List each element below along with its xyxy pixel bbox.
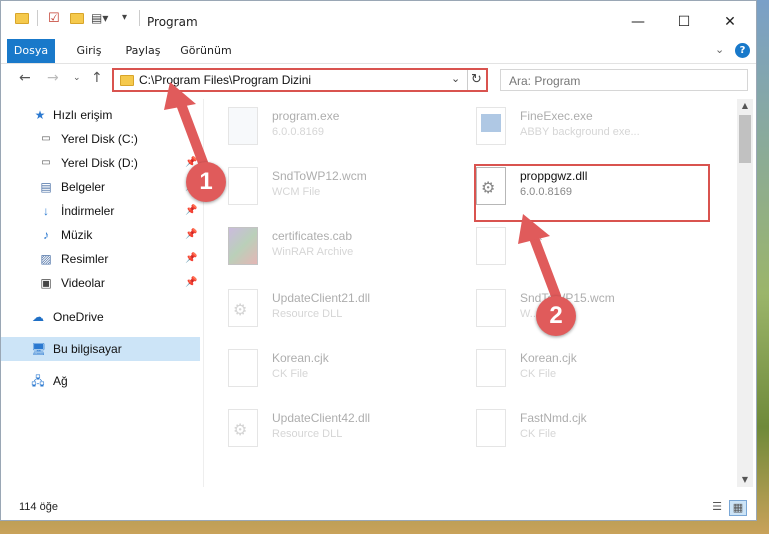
- list-item[interactable]: program.exe 6.0.0.8169: [204, 101, 444, 155]
- tab-paylas[interactable]: Paylaş: [121, 39, 165, 63]
- expand-ribbon-icon[interactable]: ⌄: [715, 43, 724, 56]
- separator: [37, 10, 38, 26]
- pictures-icon: ▨: [40, 252, 52, 266]
- tab-dosya[interactable]: Dosya: [7, 39, 55, 63]
- list-item[interactable]: Korean.cjk CK File: [204, 343, 444, 397]
- documents-icon: ▤: [40, 180, 52, 194]
- explorer-window: ☑ ▤▾ ▾ Program — ☐ ✕ Dosya Giriş Paylaş …: [0, 0, 757, 521]
- vertical-scrollbar[interactable]: ▲ ▼: [737, 99, 753, 487]
- title-bar: ☑ ▤▾ ▾ Program — ☐ ✕: [1, 1, 756, 39]
- computer-icon: 🖥: [31, 342, 47, 356]
- search-box[interactable]: [500, 69, 748, 91]
- drive-icon: ▭: [41, 133, 51, 144]
- star-icon: ★: [34, 108, 46, 122]
- list-item[interactable]: UpdateClient42.dll Resource DLL: [204, 403, 444, 457]
- chevron-down-icon[interactable]: ⌄: [451, 72, 460, 85]
- large-icons-view-icon[interactable]: ▦: [729, 500, 747, 516]
- step-badge-1: 1: [186, 162, 226, 202]
- maximize-button[interactable]: ☐: [661, 9, 707, 35]
- recent-locations-icon[interactable]: ⌄: [73, 73, 81, 83]
- file-icon: [228, 349, 258, 387]
- sidebar-item-local-disk-d[interactable]: ▭ Yerel Disk (D:) 📌: [1, 151, 200, 175]
- ribbon-tabs: Dosya Giriş Paylaş Görünüm ⌄ ?: [1, 39, 756, 64]
- scroll-thumb[interactable]: [739, 115, 751, 163]
- forward-arrow-icon[interactable]: →: [47, 70, 59, 86]
- folder-icon: [15, 13, 29, 24]
- cloud-icon: ☁: [32, 310, 44, 324]
- item-count: 114 öğe: [19, 501, 58, 513]
- file-icon: [476, 289, 506, 327]
- minimize-icon: —: [631, 14, 645, 30]
- close-icon: ✕: [724, 14, 736, 30]
- customize-toolbar-icon[interactable]: ▾: [122, 12, 127, 23]
- sidebar-item-documents[interactable]: ▤ Belgeler 📌: [1, 175, 200, 199]
- download-icon: ↓: [43, 204, 49, 218]
- music-icon: ♪: [43, 228, 49, 242]
- file-icon: [476, 227, 506, 265]
- file-icon: [476, 349, 506, 387]
- refresh-icon[interactable]: ↻: [467, 70, 485, 90]
- back-arrow-icon[interactable]: ←: [19, 70, 31, 86]
- scroll-up-icon[interactable]: ▲: [737, 99, 753, 113]
- view-options-icon[interactable]: ▤▾: [91, 11, 108, 25]
- sidebar-item-quick-access[interactable]: ★ Hızlı erişim: [1, 103, 200, 127]
- help-icon[interactable]: ?: [735, 43, 750, 58]
- file-icon: [228, 167, 258, 205]
- sidebar-item-pictures[interactable]: ▨ Resimler 📌: [1, 247, 200, 271]
- address-bar[interactable]: C:\Program Files\Program Dizini ⌄ ↻: [112, 68, 488, 92]
- pin-icon[interactable]: 📌: [185, 253, 197, 264]
- navigation-pane: ★ Hızlı erişim ▭ Yerel Disk (C:) ▭ Yerel…: [1, 99, 204, 487]
- separator: [139, 10, 140, 26]
- address-row: ← → ⌄ ↑ C:\Program Files\Program Dizini …: [1, 64, 756, 96]
- list-item[interactable]: FastNmd.cjk CK File: [452, 403, 692, 457]
- archive-icon: [228, 227, 258, 265]
- exe-icon: [228, 107, 258, 145]
- list-item[interactable]: ...ck: [452, 221, 692, 275]
- pin-icon[interactable]: 📌: [185, 229, 197, 240]
- step-badge-2: 2: [536, 296, 576, 336]
- tab-giris[interactable]: Giriş: [69, 39, 109, 63]
- list-item[interactable]: certificates.cab WinRAR Archive: [204, 221, 444, 275]
- file-icon: [476, 409, 506, 447]
- pin-icon[interactable]: 📌: [185, 277, 197, 288]
- search-input[interactable]: [507, 71, 711, 91]
- close-button[interactable]: ✕: [707, 9, 753, 35]
- dll-icon: [228, 289, 258, 327]
- maximize-icon: ☐: [677, 14, 691, 30]
- drive-icon: ▭: [41, 157, 51, 168]
- sidebar-item-local-disk-c[interactable]: ▭ Yerel Disk (C:): [1, 127, 200, 151]
- window-title: Program: [147, 15, 198, 29]
- app-icon: [476, 107, 506, 145]
- new-folder-icon[interactable]: [70, 13, 84, 24]
- tab-gorunum[interactable]: Görünüm: [177, 39, 235, 63]
- video-icon: ▣: [40, 276, 52, 290]
- address-path[interactable]: C:\Program Files\Program Dizini: [139, 73, 311, 87]
- dll-icon: [228, 409, 258, 447]
- sidebar-item-downloads[interactable]: ↓ İndirmeler 📌: [1, 199, 200, 223]
- up-arrow-icon[interactable]: ↑: [91, 70, 103, 86]
- sidebar-item-videos[interactable]: ▣ Videolar 📌: [1, 271, 200, 295]
- scroll-down-icon[interactable]: ▼: [737, 473, 753, 487]
- list-item[interactable]: FineExec.exe ABBY background exe...: [452, 101, 692, 155]
- pin-icon[interactable]: 📌: [185, 205, 197, 216]
- sidebar-item-network[interactable]: 🖧 Ağ: [1, 369, 200, 393]
- list-item[interactable]: UpdateClient21.dll Resource DLL: [204, 283, 444, 337]
- minimize-button[interactable]: —: [615, 9, 661, 35]
- sidebar-item-onedrive[interactable]: ☁ OneDrive: [1, 305, 200, 329]
- details-view-icon[interactable]: ☰: [709, 500, 725, 514]
- properties-icon[interactable]: ☑: [48, 11, 60, 26]
- status-bar: 114 öğe ☰ ▦: [1, 497, 756, 519]
- list-item[interactable]: SndToWP12.wcm WCM File: [204, 161, 444, 215]
- file-list: program.exe 6.0.0.8169 FineExec.exe ABBY…: [204, 99, 736, 487]
- sidebar-item-music[interactable]: ♪ Müzik 📌: [1, 223, 200, 247]
- highlight-box: [474, 164, 710, 222]
- network-icon: 🖧: [31, 374, 45, 388]
- list-item[interactable]: Korean.cjk CK File: [452, 343, 692, 397]
- folder-icon: [120, 75, 134, 86]
- sidebar-item-this-pc[interactable]: 🖥 Bu bilgisayar: [1, 337, 200, 361]
